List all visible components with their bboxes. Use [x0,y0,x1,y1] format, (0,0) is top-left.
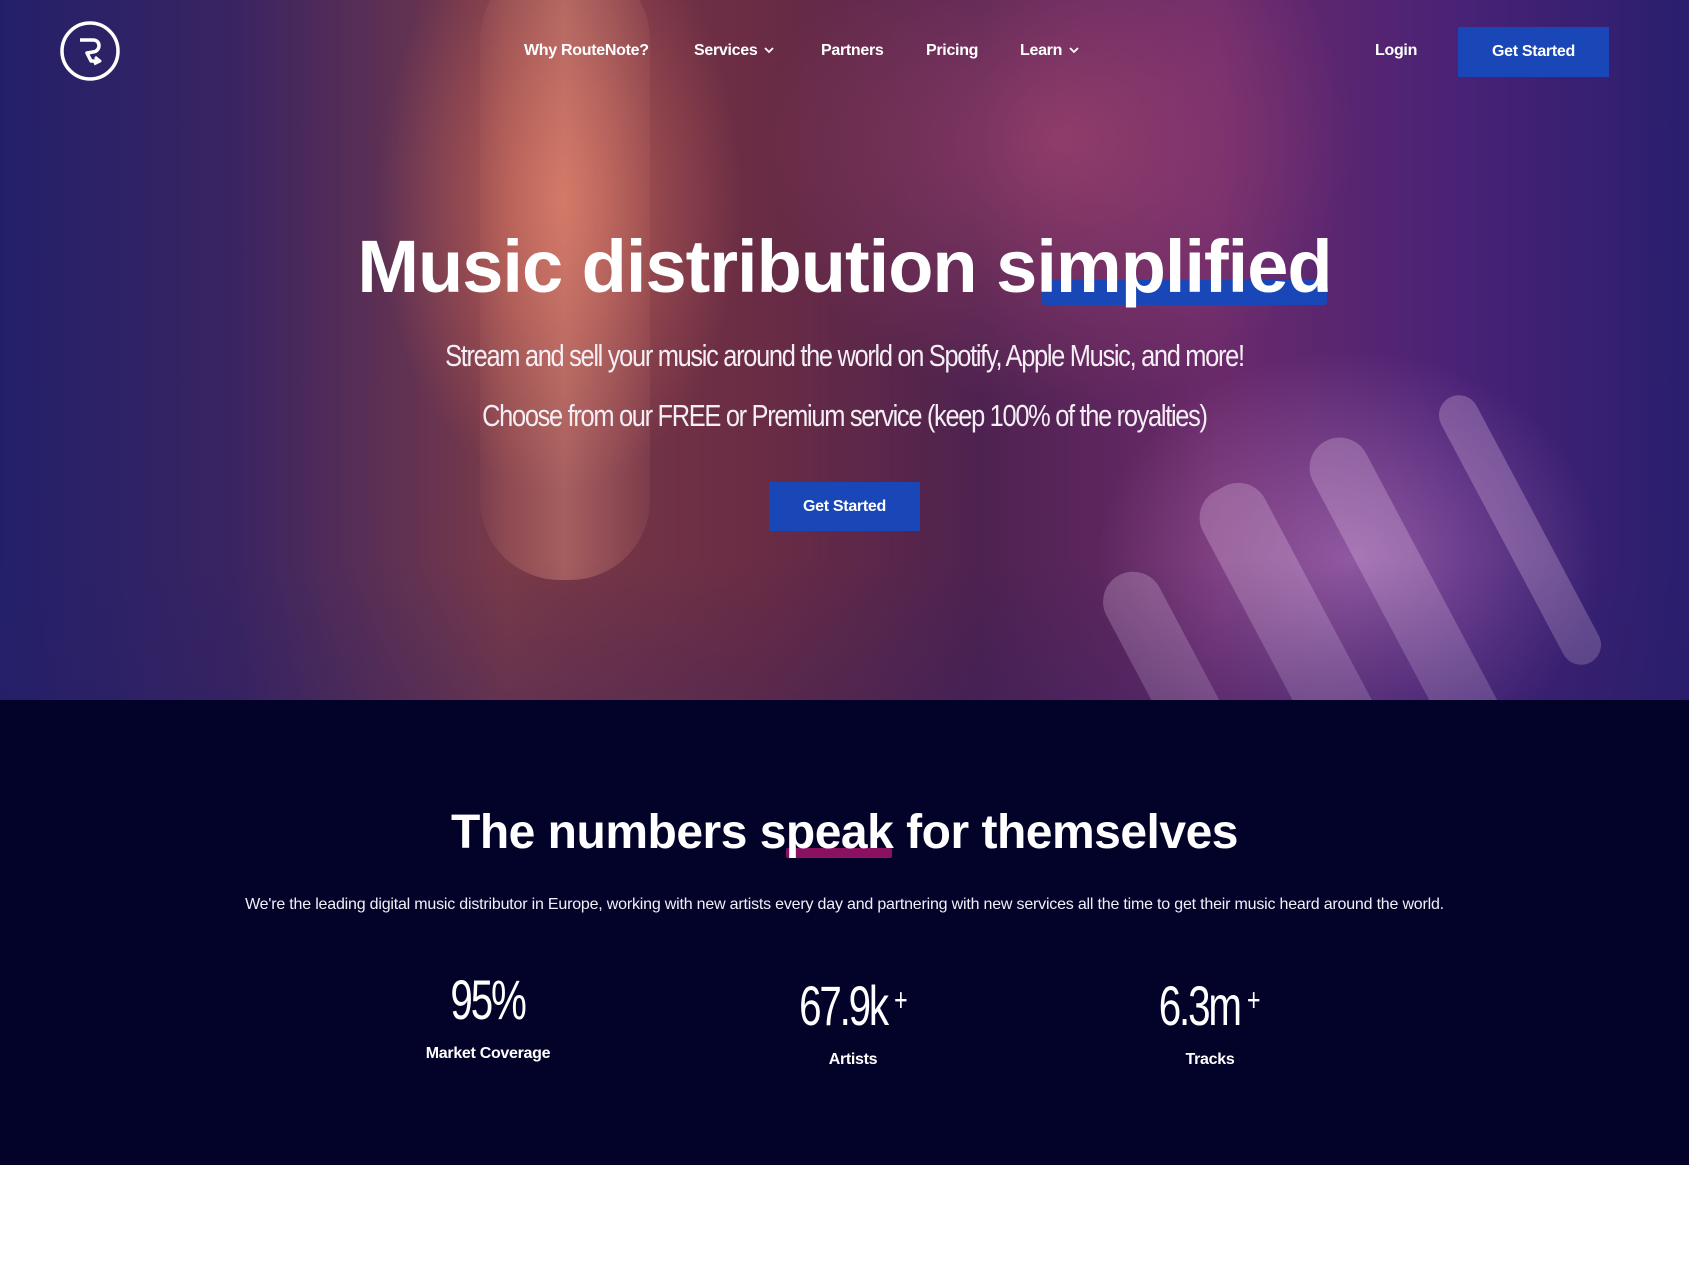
hero-headline: Music distribution simplified [0,222,1689,312]
stat-plus: + [893,982,908,1018]
headline-highlight-text: mplified [1055,225,1333,308]
nav-item-label: Partners [821,42,884,59]
nav-item-label: Pricing [926,42,979,59]
stats-title-text: The numbers [451,806,760,859]
stat-number: 6.3m [1159,974,1242,1037]
stat-label: Market Coverage [425,1045,551,1062]
hero-subtitle-1: Stream and sell your music around the wo… [445,338,1245,373]
nav-item-label: Learn [1020,42,1063,59]
stat-label: Tracks [1185,1051,1235,1068]
hero-get-started-button[interactable]: Get Started [769,482,920,531]
nav-learn[interactable]: Learn [1020,39,1080,63]
stat-market-coverage: 95% Market Coverage [338,965,638,1065]
stat-value: 95% [450,965,527,1035]
stats-section: The numbers speak for themselves We're t… [0,700,1689,1165]
nav-pricing[interactable]: Pricing [926,39,978,63]
stat-plus: + [1247,982,1261,1018]
stats-title: The numbers speak for themselves [0,803,1689,863]
hero-background-shade [0,560,1689,700]
headline-text: Music distribution si [357,225,1056,308]
nav-get-started-button[interactable]: Get Started [1458,27,1609,77]
stats-title-text: for themselves [893,806,1238,859]
main-nav: Why RouteNote? Services Partners Pricing… [0,39,1689,63]
stat-tracks: 6.3m + Tracks [1060,965,1360,1071]
stat-value: 6.3m + [1159,965,1261,1041]
stat-label: Artists [828,1051,878,1068]
stats-description: We're the leading digital music distribu… [245,896,1444,913]
stat-artists: 67.9k + Artists [703,965,1003,1071]
nav-partners[interactable]: Partners [821,39,884,63]
login-link[interactable]: Login [1375,39,1417,63]
stat-value: 67.9k + [799,965,907,1041]
login-label: Login [1375,42,1418,59]
nav-item-label: Why RouteNote? [524,42,649,59]
stat-number: 67.9k [798,974,889,1037]
chevron-down-icon [763,40,775,54]
hero-subtitle-2: Choose from our FREE or Premium service … [482,398,1208,433]
stats-title-highlight: speak [759,806,894,859]
stat-number: 95% [450,968,527,1031]
nav-item-label: Services [694,42,758,59]
nav-why-routenote[interactable]: Why RouteNote? [524,39,649,63]
nav-services[interactable]: Services [694,39,775,63]
page-continuation [0,1165,1689,1281]
chevron-down-icon [1068,40,1080,54]
hero-section: Why RouteNote? Services Partners Pricing… [0,0,1689,700]
